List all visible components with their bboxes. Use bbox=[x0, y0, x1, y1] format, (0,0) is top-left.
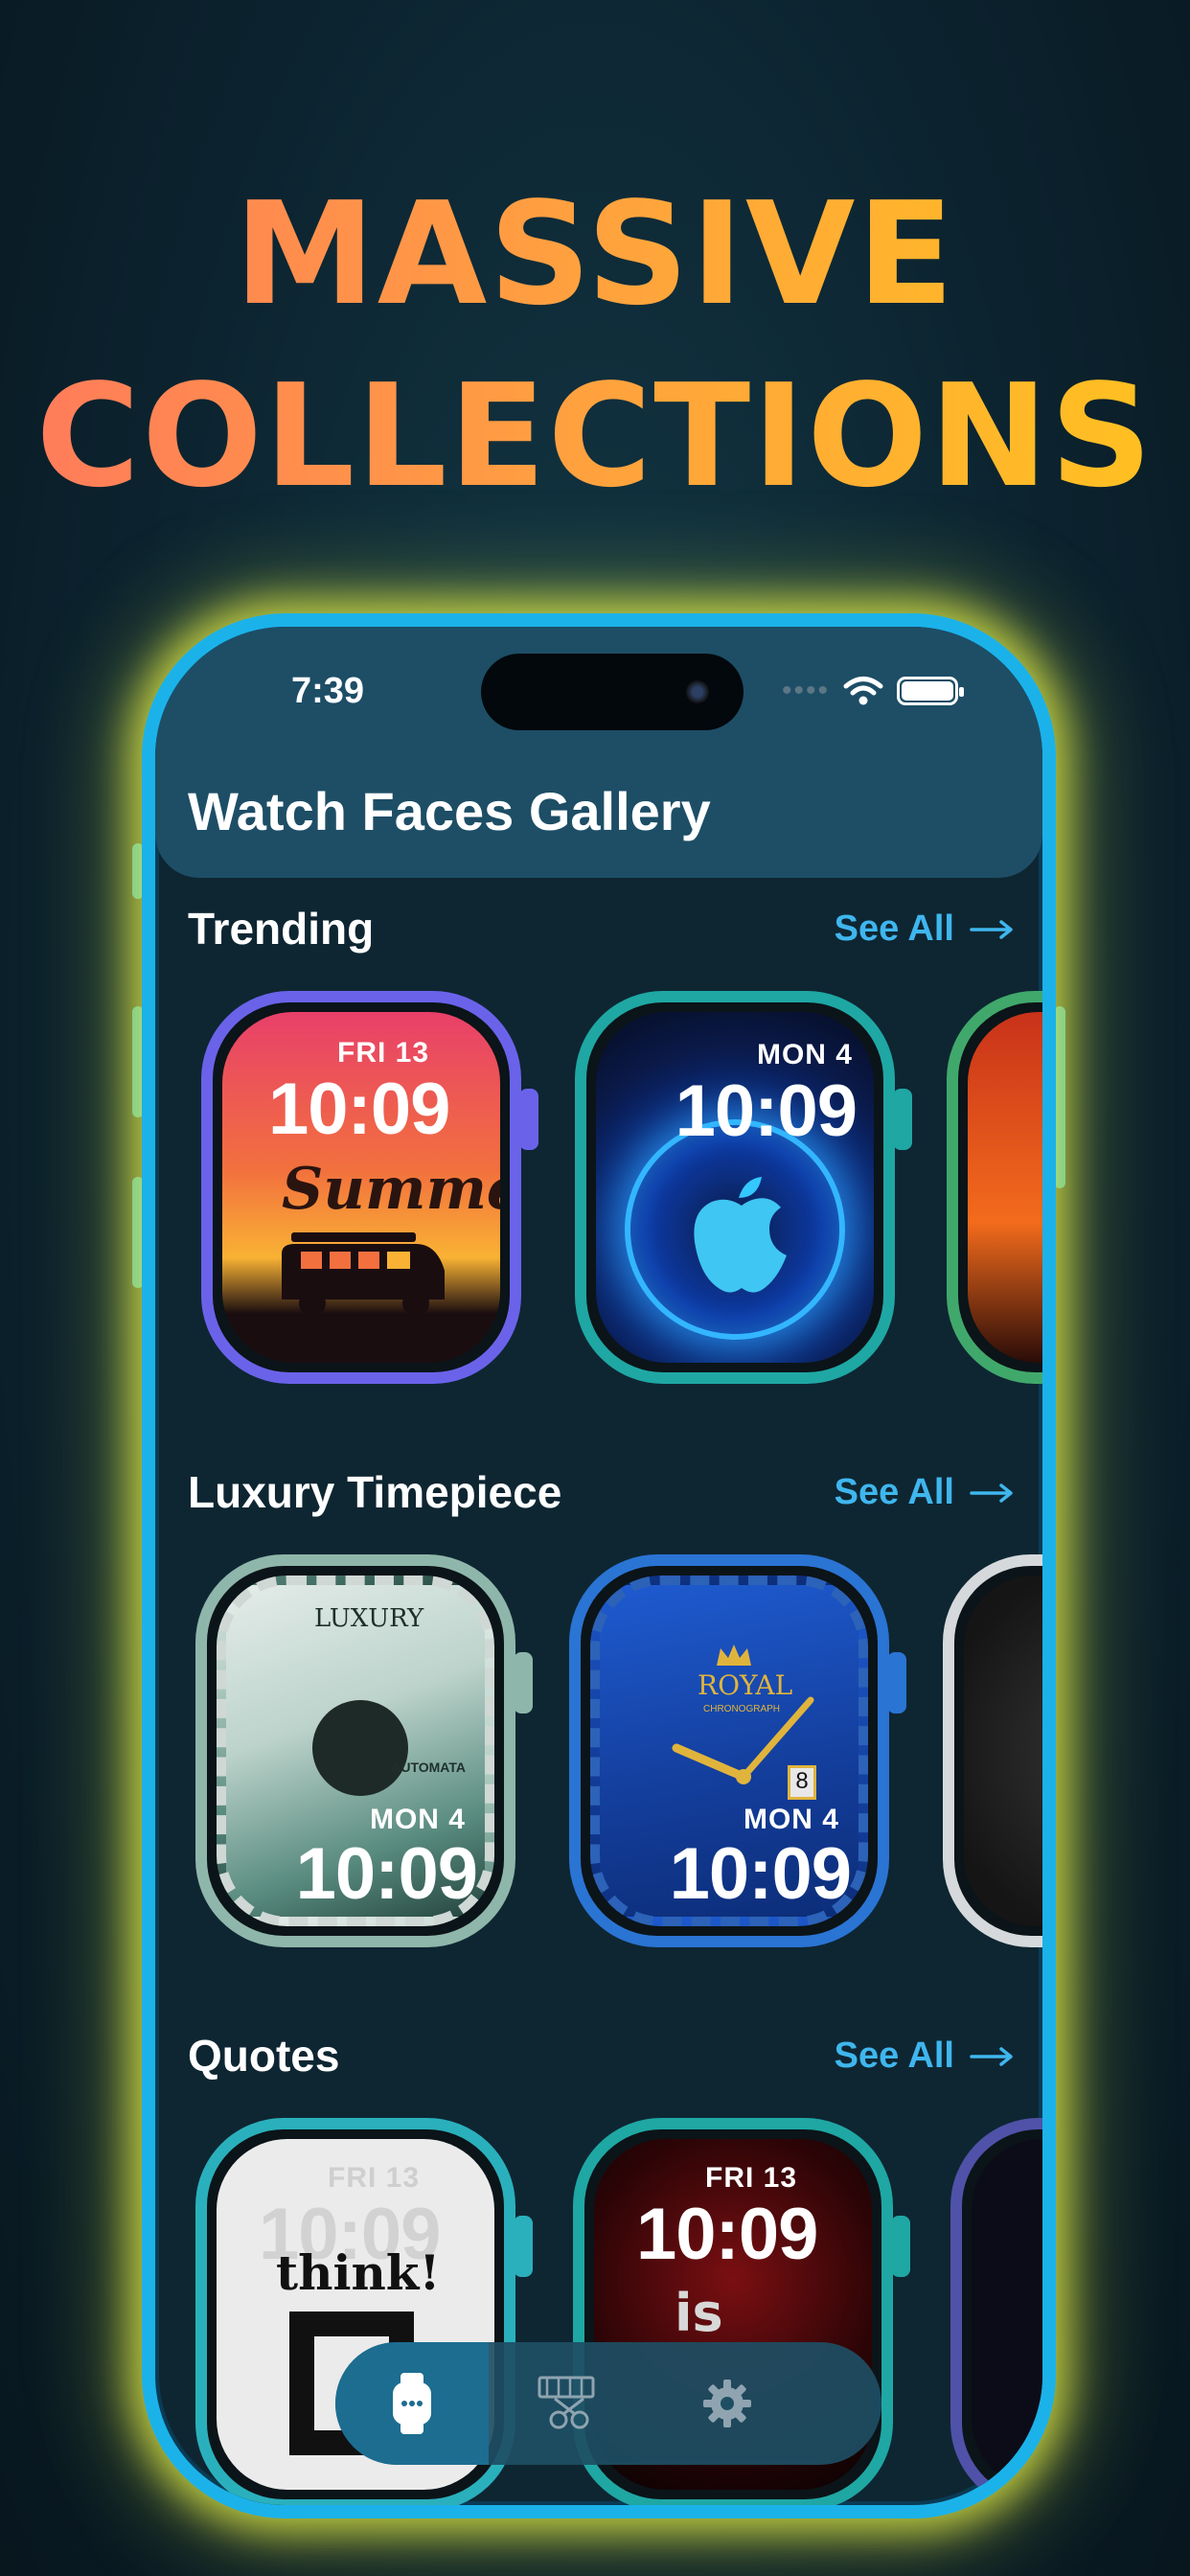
watch-icon bbox=[393, 2373, 431, 2434]
headline-line-1: MASSIVE bbox=[234, 172, 956, 336]
tab-settings[interactable] bbox=[648, 2342, 807, 2465]
tab-bar bbox=[335, 2342, 881, 2465]
section-title-luxury: Luxury Timepiece bbox=[188, 1467, 562, 1517]
dynamic-island bbox=[481, 654, 744, 730]
watch-face-summer[interactable]: FRI 13 10:09 Summer bbox=[201, 991, 538, 1384]
face-date: FRI 13 bbox=[328, 2162, 421, 2194]
arrow-right-icon bbox=[970, 1483, 1013, 1503]
apple-logo-icon bbox=[694, 1177, 787, 1293]
wifi-icon bbox=[843, 677, 883, 705]
battery-icon bbox=[897, 677, 964, 705]
face-date: FRI 13 bbox=[337, 1037, 430, 1069]
camera-icon bbox=[686, 680, 709, 703]
face-date: MON 4 bbox=[756, 1039, 853, 1070]
face-brand: LUXURY bbox=[314, 1604, 424, 1633]
watch-face-black-mech-partial[interactable] bbox=[943, 1554, 1042, 1947]
watch-face-luxury[interactable]: LUXURY AUTOMATA MON 4 10:09 bbox=[195, 1554, 533, 1947]
face-time: 10:09 bbox=[669, 1833, 852, 1915]
arrow-right-icon bbox=[970, 919, 1013, 939]
watch-face-sunset-partial[interactable] bbox=[947, 991, 1042, 1384]
face-text: think! bbox=[276, 2244, 441, 2301]
face-date: MON 4 bbox=[743, 1804, 839, 1835]
phone-mockup: 7:39 •••• Watch Faces Gallery Trending S… bbox=[142, 613, 1056, 2518]
watch-crown bbox=[891, 2216, 910, 2277]
face-time: 10:09 bbox=[675, 1070, 858, 1152]
status-icons: •••• bbox=[781, 675, 964, 707]
face-time: 10:09 bbox=[636, 2194, 818, 2275]
gear-icon bbox=[703, 2380, 751, 2427]
see-all-label: See All bbox=[834, 908, 954, 949]
watch-face-apple[interactable]: MON 4 10:09 bbox=[575, 991, 912, 1384]
face-date: MON 4 bbox=[369, 1804, 466, 1835]
van-icon bbox=[282, 1232, 445, 1317]
see-all-label: See All bbox=[834, 2036, 954, 2076]
see-all-quotes-button[interactable]: See All bbox=[835, 2036, 1014, 2077]
face-time: 10:09 bbox=[295, 1833, 478, 1915]
see-all-label: See All bbox=[834, 1472, 954, 1512]
face-day: 8 bbox=[788, 1765, 816, 1800]
watch-crown bbox=[893, 1089, 912, 1150]
section-title-quotes: Quotes bbox=[188, 2031, 340, 2081]
page-title: Watch Faces Gallery bbox=[188, 781, 711, 841]
app-header: 7:39 •••• Watch Faces Gallery bbox=[155, 627, 1042, 878]
section-title-trending: Trending bbox=[188, 904, 375, 954]
face-text: Summer bbox=[282, 1156, 500, 1223]
watch-crown bbox=[887, 1652, 906, 1714]
watch-face-royal[interactable]: ROYAL CHRONOGRAPH 8 MON 4 10:09 bbox=[569, 1554, 906, 1947]
face-text: is bbox=[675, 2283, 723, 2343]
face-time: 10:09 bbox=[268, 1069, 450, 1150]
crown-logo-icon bbox=[717, 1644, 751, 1666]
headline-line-2: COLLECTIONS bbox=[35, 354, 1155, 518]
watch-crown bbox=[514, 2216, 533, 2277]
face-date: FRI 13 bbox=[705, 2162, 798, 2194]
tab-editor[interactable] bbox=[489, 2342, 648, 2465]
film-edit-icon bbox=[538, 2376, 595, 2429]
signal-icon: •••• bbox=[781, 675, 830, 706]
face-sub: AUTOMATA bbox=[391, 1760, 466, 1775]
see-all-trending-button[interactable]: See All bbox=[835, 908, 1014, 950]
watch-crown bbox=[519, 1089, 538, 1150]
status-time: 7:39 bbox=[291, 671, 365, 711]
arrow-right-icon bbox=[970, 2046, 1013, 2066]
watch-face-quote-partial[interactable] bbox=[950, 2118, 1042, 2505]
tab-watch-faces[interactable] bbox=[335, 2342, 489, 2465]
headline: MASSIVE COLLECTIONS bbox=[0, 163, 1190, 527]
watch-crown bbox=[514, 1652, 533, 1714]
see-all-luxury-button[interactable]: See All bbox=[835, 1472, 1014, 1513]
